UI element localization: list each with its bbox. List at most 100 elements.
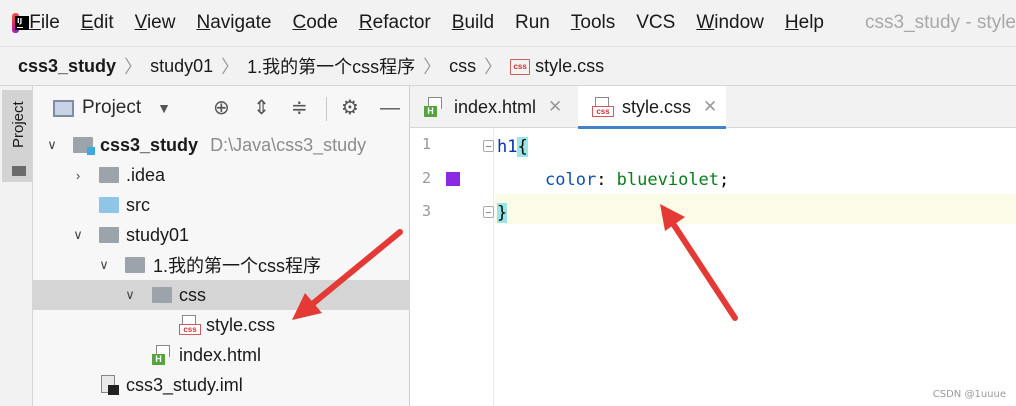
close-icon[interactable]: ✕ (548, 97, 562, 117)
menu-view[interactable]: View (135, 12, 176, 34)
tab-index-html[interactable]: H index.html ✕ (410, 86, 578, 128)
css-file-icon: css (179, 315, 201, 335)
menu-help[interactable]: Help (785, 12, 824, 34)
tab-style-css[interactable]: css style.css ✕ (578, 86, 726, 129)
current-line-highlight (495, 194, 1016, 224)
chevron-down-icon[interactable]: ∨ (45, 137, 59, 153)
project-path: D:\Java\css3_study (210, 134, 367, 155)
module-folder-icon (73, 137, 95, 155)
project-tool-button[interactable]: Project (2, 90, 32, 182)
menu-refactor[interactable]: Refactor (359, 12, 431, 34)
code-line-1: h1{ (497, 132, 528, 162)
project-view-icon (53, 99, 74, 117)
chevron-right-icon[interactable]: › (71, 168, 85, 183)
tree-node-label: css3_study D:\Java\css3_study (100, 134, 367, 155)
breadcrumb-item-study01[interactable]: study01 (150, 56, 213, 77)
tree-node-label: css (179, 284, 206, 305)
breadcrumb-file-label: style.css (535, 55, 605, 76)
tree-node-idea[interactable]: › .idea (33, 160, 410, 190)
close-brace: } (497, 203, 508, 223)
gear-icon[interactable]: ⚙ (341, 97, 359, 119)
menu-tools[interactable]: Tools (571, 12, 615, 34)
chevron-down-icon[interactable]: ∨ (71, 227, 85, 243)
breadcrumb-separator-icon: 〉 (221, 57, 240, 77)
breadcrumb-item-css[interactable]: css (449, 56, 476, 77)
tree-node-label: study01 (126, 224, 190, 245)
css-selector: h1 (497, 137, 518, 157)
tree-node-label: .idea (126, 164, 166, 185)
breadcrumb-item-file[interactable]: css style.css (510, 56, 604, 77)
tree-node-style-css[interactable]: css style.css (33, 310, 410, 340)
html-file-icon: H (152, 345, 174, 365)
tree-node-label: index.html (179, 344, 262, 365)
line-number: 2 (422, 169, 432, 187)
line-number: 1 (422, 135, 432, 153)
tab-label: style.css (622, 96, 692, 117)
breadcrumb-separator-icon: 〉 (124, 57, 143, 77)
chevron-down-icon[interactable]: ▼ (157, 100, 171, 116)
project-panel-header: Project ▼ ⊕ ⇕ ≑ ⚙ — (33, 86, 409, 130)
close-icon[interactable]: ✕ (703, 97, 717, 117)
folder-icon (152, 287, 172, 303)
window-title: css3_study - style (865, 12, 1016, 33)
source-folder-icon (99, 197, 119, 213)
menu-vcs[interactable]: VCS (636, 12, 675, 34)
tree-node-label: css3_study.iml (126, 374, 243, 395)
intellij-logo-icon: IJ (12, 13, 29, 33)
collapse-all-icon[interactable]: ≑ (291, 97, 308, 119)
breadcrumb-item-project[interactable]: css3_study (18, 56, 116, 77)
tool-window-stripe: Project (0, 86, 33, 406)
css-property: color (545, 170, 597, 190)
line-number: 3 (422, 202, 432, 220)
menu-run[interactable]: Run (515, 12, 550, 34)
tree-node-src[interactable]: src (33, 190, 410, 220)
menu-edit[interactable]: Edit (81, 12, 114, 34)
code-line-3: } (497, 198, 508, 228)
project-panel: Project ▼ ⊕ ⇕ ≑ ⚙ — ∨ css3_study D:\Java\… (33, 86, 410, 406)
breadcrumb-separator-icon: 〉 (423, 57, 442, 77)
fold-icon[interactable] (483, 206, 494, 218)
project-tool-label: Project (10, 101, 27, 148)
menu-build[interactable]: Build (452, 12, 494, 34)
folder-icon (99, 167, 119, 183)
html-file-icon: H (424, 97, 446, 117)
tree-node-css-folder[interactable]: ∨ css (33, 280, 410, 310)
folder-icon (12, 166, 26, 176)
css-semicolon: ; (719, 170, 730, 190)
breadcrumb: css3_study 〉 study01 〉 1.我的第一个css程序 〉 cs… (0, 46, 1016, 86)
editor-gutter: 1 2 3 (410, 128, 494, 406)
tree-node-lesson-folder[interactable]: ∨ 1.我的第一个css程序 (33, 250, 410, 280)
tree-node-study01[interactable]: ∨ study01 (33, 220, 410, 250)
fold-icon[interactable] (483, 140, 494, 152)
iml-file-icon (101, 375, 119, 395)
tree-node-index-html[interactable]: H index.html (33, 340, 410, 370)
tree-node-iml[interactable]: css3_study.iml (33, 370, 410, 400)
code-area[interactable]: h1{ color: blueviolet; } (495, 128, 1016, 406)
tree-node-project-root[interactable]: ∨ css3_study D:\Java\css3_study (33, 130, 410, 160)
expand-all-icon[interactable]: ⇕ (253, 97, 270, 119)
open-brace: { (517, 137, 528, 157)
breadcrumb-item-lesson[interactable]: 1.我的第一个css程序 (247, 53, 415, 79)
tree-node-label: 1.我的第一个css程序 (153, 256, 322, 276)
editor-tab-bar: H index.html ✕ css style.css ✕ (410, 86, 1016, 129)
folder-icon (125, 257, 145, 273)
css-colon: : (596, 170, 617, 190)
tree-node-label: style.css (206, 314, 276, 335)
css-file-icon: css (592, 97, 614, 117)
menu-window[interactable]: Window (696, 12, 764, 34)
breadcrumb-separator-icon: 〉 (484, 57, 503, 77)
color-swatch-icon[interactable] (446, 172, 460, 186)
css-value: blueviolet (616, 170, 720, 190)
menu-file[interactable]: File (29, 12, 60, 34)
menu-navigate[interactable]: Navigate (196, 12, 271, 34)
menu-bar: IJ File Edit View Navigate Code Refactor… (0, 0, 1016, 46)
chevron-down-icon[interactable]: ∨ (97, 257, 111, 273)
locate-icon[interactable]: ⊕ (213, 97, 230, 119)
tab-label: index.html (454, 96, 537, 117)
minimize-icon[interactable]: — (380, 97, 400, 119)
chevron-down-icon[interactable]: ∨ (123, 287, 137, 303)
menu-code[interactable]: Code (292, 12, 337, 34)
project-panel-title[interactable]: Project (82, 97, 141, 119)
css-file-icon: css (510, 59, 531, 75)
editor: H index.html ✕ css style.css ✕ 1 2 3 h1{… (410, 86, 1016, 406)
